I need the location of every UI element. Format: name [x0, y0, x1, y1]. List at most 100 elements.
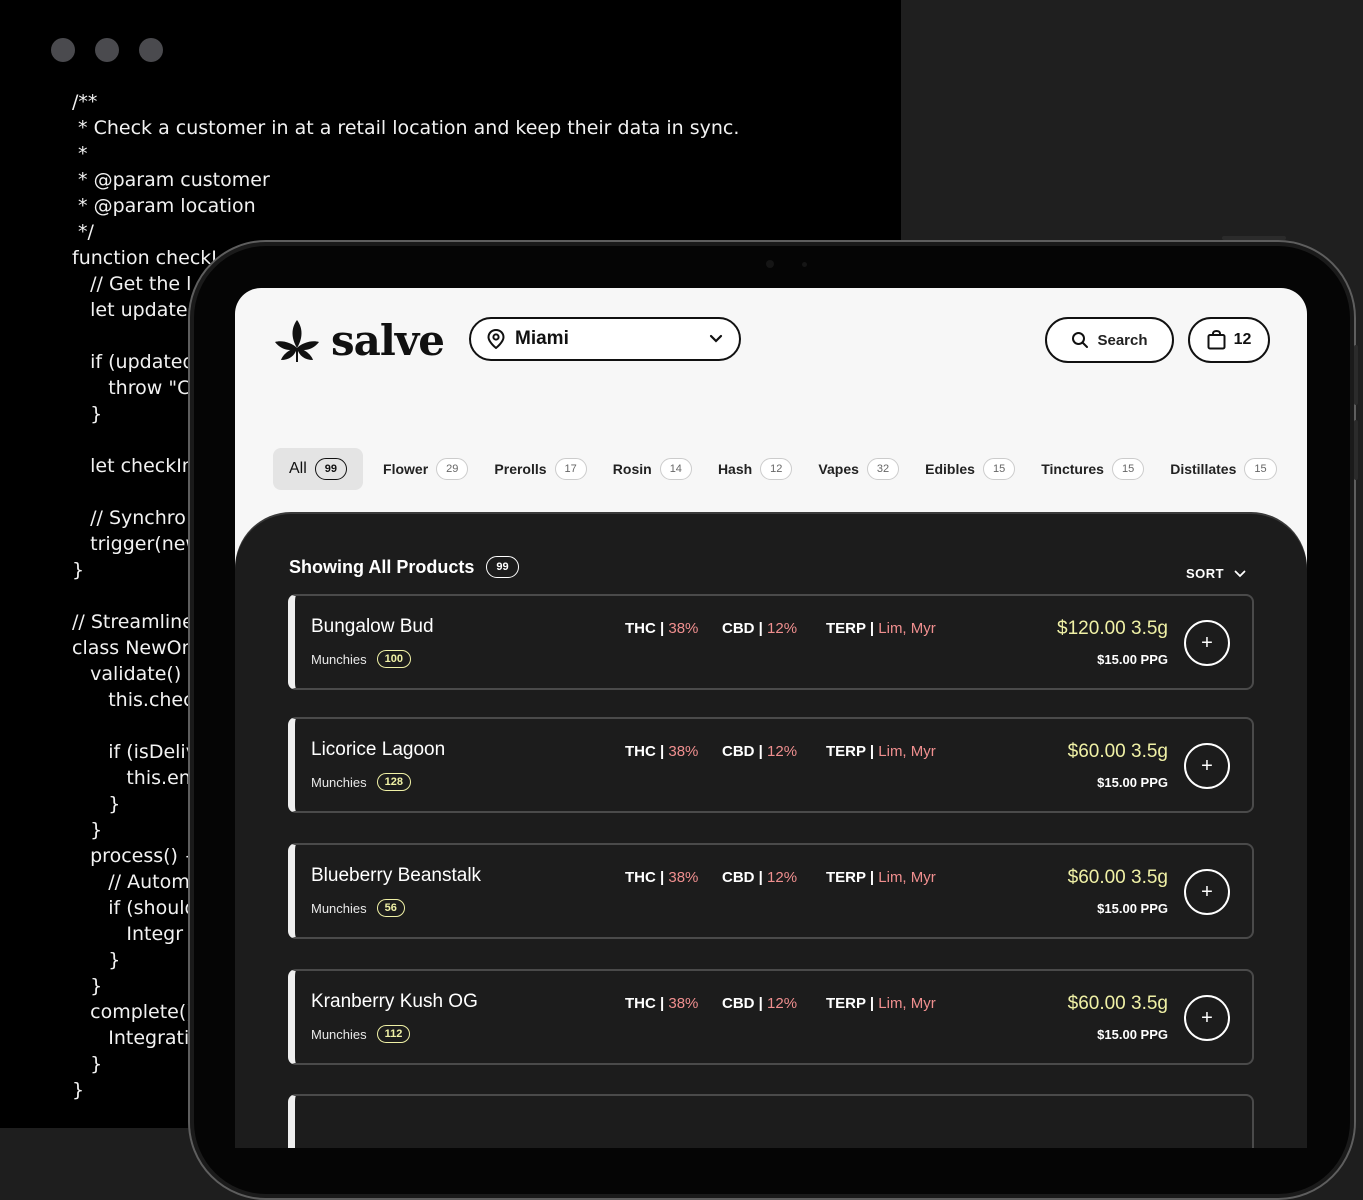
code-line: * Check a customer in at a retail locati… [72, 117, 740, 139]
brand-name: Munchies [311, 651, 367, 667]
thc-value: 38% [668, 869, 699, 886]
add-to-cart-button[interactable]: + [1184, 620, 1230, 666]
product-card[interactable]: Blueberry Beanstalk Munchies 56 THC | 38% CB… [288, 843, 1254, 939]
product-brand: Munchies 112 [311, 1025, 411, 1043]
category-label: Prerolls [494, 461, 547, 477]
category-label: Edibles [925, 461, 975, 477]
price-per-gram: $15.00 PPG [1097, 901, 1168, 916]
category-filter-bar: All 99 Flower 29 Prerolls 17 Rosin 14 Hash 12 Vape… [273, 447, 1303, 491]
cbd-label: CBD | [722, 869, 768, 886]
cbd-value: 12% [767, 743, 798, 760]
product-price: $60.00 3.5g [1067, 741, 1168, 762]
category-label: Hash [717, 461, 753, 477]
category-tab-tinctures[interactable]: Tinctures 15 [1041, 448, 1145, 490]
product-card[interactable]: Kranberry Kush OG Munchies 112 THC | 38% CBD… [288, 969, 1254, 1065]
category-count-badge: 17 [554, 458, 587, 480]
category-label: Tinctures [1041, 461, 1104, 477]
thc-value: 38% [668, 620, 699, 637]
terp-value: Lim, Myr [878, 620, 936, 637]
minimize-window-dot[interactable] [95, 38, 119, 62]
search-label: Search [1097, 331, 1148, 349]
add-to-cart-button[interactable]: + [1184, 995, 1230, 1041]
thc-label: THC | [625, 995, 669, 1012]
stock-count-badge: 128 [376, 773, 411, 791]
cbd-value: 12% [767, 620, 798, 637]
category-tab-distillates[interactable]: Distillates 15 [1170, 448, 1277, 490]
map-pin-icon [487, 329, 505, 349]
terp-label: TERP | [826, 869, 879, 886]
product-card[interactable]: Licorice Lagoon Munchies 128 THC | 38% CBD |… [288, 717, 1254, 813]
location-value: Miami [515, 328, 569, 349]
window-controls [51, 38, 163, 62]
sort-dropdown[interactable]: SORT [1186, 566, 1246, 581]
stock-count-badge: 100 [376, 650, 411, 668]
leaf-logo-icon [275, 319, 319, 362]
product-card[interactable]: Bungalow Bud Munchies 100 THC | 38% CBD | 12… [288, 594, 1254, 690]
close-window-dot[interactable] [51, 38, 75, 62]
product-panel: Showing All Products 99 SORT Bungalow Bu… [235, 514, 1307, 1148]
volume-button [1354, 420, 1358, 480]
product-price: $60.00 3.5g [1067, 867, 1168, 888]
price-per-gram: $15.00 PPG [1097, 775, 1168, 790]
listing-title: Showing All Products [289, 556, 475, 577]
category-count-badge: 29 [436, 458, 469, 480]
category-tab-rosin[interactable]: Rosin 14 [613, 448, 692, 490]
code-line: * @param customer [72, 169, 270, 191]
cbd-stat: CBD | 12% [722, 995, 797, 1012]
terp-stat: TERP | Lim, Myr [826, 620, 936, 637]
search-icon [1072, 332, 1089, 348]
cbd-stat: CBD | 12% [722, 743, 797, 760]
cbd-value: 12% [767, 995, 798, 1012]
sensor-icon [802, 262, 807, 267]
terp-value: Lim, Myr [878, 995, 936, 1012]
category-tab-all[interactable]: All 99 [273, 448, 364, 490]
category-count-badge: 14 [659, 458, 692, 480]
terp-value: Lim, Myr [878, 743, 936, 760]
thc-label: THC | [625, 869, 669, 886]
category-tab-prerolls[interactable]: Prerolls 17 [494, 448, 587, 490]
sort-label: SORT [1186, 566, 1225, 581]
search-button[interactable]: Search [1045, 317, 1174, 363]
category-tab-edibles[interactable]: Edibles 15 [925, 448, 1016, 490]
thc-value: 38% [668, 743, 699, 760]
terp-label: TERP | [826, 743, 879, 760]
listing-header: Showing All Products 99 [289, 556, 519, 578]
code-line: /** [72, 91, 98, 113]
terp-value: Lim, Myr [878, 869, 936, 886]
product-name: Blueberry Beanstalk [311, 865, 482, 886]
category-tab-flower[interactable]: Flower 29 [383, 448, 469, 490]
location-select[interactable]: Miami [469, 317, 741, 361]
product-price: $120.00 3.5g [1057, 618, 1168, 639]
add-to-cart-button[interactable]: + [1184, 743, 1230, 789]
terp-stat: TERP | Lim, Myr [826, 995, 936, 1012]
thc-stat: THC | 38% [625, 869, 698, 886]
logo-text: salve [331, 316, 445, 365]
thc-label: THC | [625, 743, 669, 760]
category-label: Vapes [818, 461, 859, 477]
category-tab-hash[interactable]: Hash 12 [717, 448, 793, 490]
chevron-down-icon [709, 334, 723, 343]
category-count-badge: 15 [1244, 458, 1277, 480]
price-per-gram: $15.00 PPG [1097, 1027, 1168, 1042]
category-label: Rosin [612, 461, 652, 477]
brand-name: Munchies [311, 1026, 367, 1042]
category-count-badge: 15 [982, 458, 1016, 480]
thc-stat: THC | 38% [625, 743, 698, 760]
category-tab-vapes[interactable]: Vapes 32 [818, 448, 900, 490]
category-label: Flower [383, 461, 429, 477]
category-label: Distillates [1170, 461, 1237, 477]
price-per-gram: $15.00 PPG [1097, 652, 1168, 667]
cbd-label: CBD | [722, 743, 768, 760]
listing-count-badge: 99 [486, 556, 519, 578]
shopping-bag-icon [1207, 330, 1226, 350]
product-card[interactable] [288, 1094, 1254, 1148]
stock-count-badge: 56 [376, 899, 405, 917]
product-brand: Munchies 128 [311, 773, 411, 791]
add-to-cart-button[interactable]: + [1184, 869, 1230, 915]
logo[interactable]: salve [273, 316, 445, 365]
cart-button[interactable]: 12 [1188, 317, 1270, 363]
cbd-stat: CBD | 12% [722, 869, 797, 886]
product-brand: Munchies 56 [311, 899, 405, 917]
product-name: Licorice Lagoon [311, 739, 446, 760]
maximize-window-dot[interactable] [139, 38, 163, 62]
